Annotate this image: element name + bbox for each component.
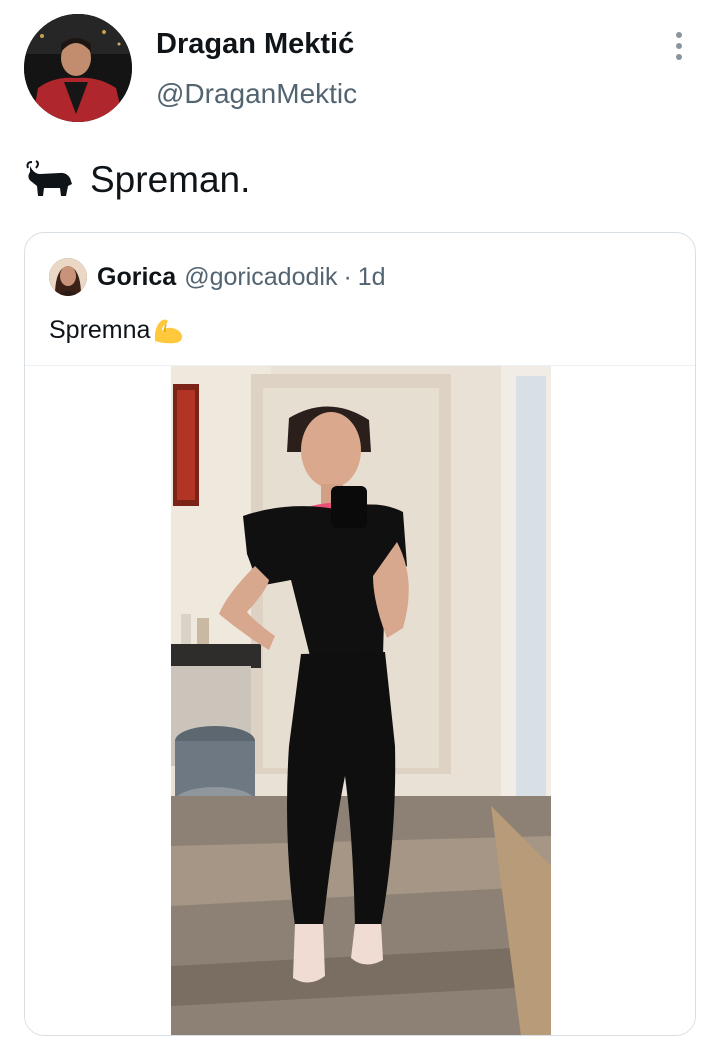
author-name[interactable]: Dragan Mektić <box>156 28 354 61</box>
profile-photo-icon <box>24 14 132 122</box>
quoted-tweet-text: Spremna <box>49 313 186 347</box>
tweet-text-content: Spreman. <box>90 159 251 200</box>
author-handle[interactable]: @DraganMektic <box>156 78 357 110</box>
bull-emoji-icon <box>24 160 76 200</box>
mirror-selfie-photo-icon <box>171 366 551 1035</box>
quoted-media[interactable] <box>25 365 695 1035</box>
tweet-header: Dragan Mektić @DraganMektic <box>0 0 720 130</box>
quoted-author-name[interactable]: Gorica <box>97 263 176 292</box>
meta-separator: · <box>343 262 352 291</box>
more-options-icon[interactable] <box>670 30 688 62</box>
quoted-timestamp[interactable]: 1d <box>358 263 386 292</box>
tweet-text: Spreman. <box>24 155 250 205</box>
quoted-author-handle[interactable]: @goricadodik <box>184 263 337 292</box>
quoted-tweet-header: Gorica @goricadodik · 1d <box>49 257 386 297</box>
flexed-biceps-emoji-icon <box>152 315 186 345</box>
quoted-tweet-text-content: Spremna <box>49 315 151 344</box>
quoted-author-avatar[interactable] <box>49 258 87 296</box>
author-avatar[interactable] <box>24 14 132 122</box>
quoted-tweet-card[interactable]: Gorica @goricadodik · 1d Spremna <box>24 232 696 1036</box>
